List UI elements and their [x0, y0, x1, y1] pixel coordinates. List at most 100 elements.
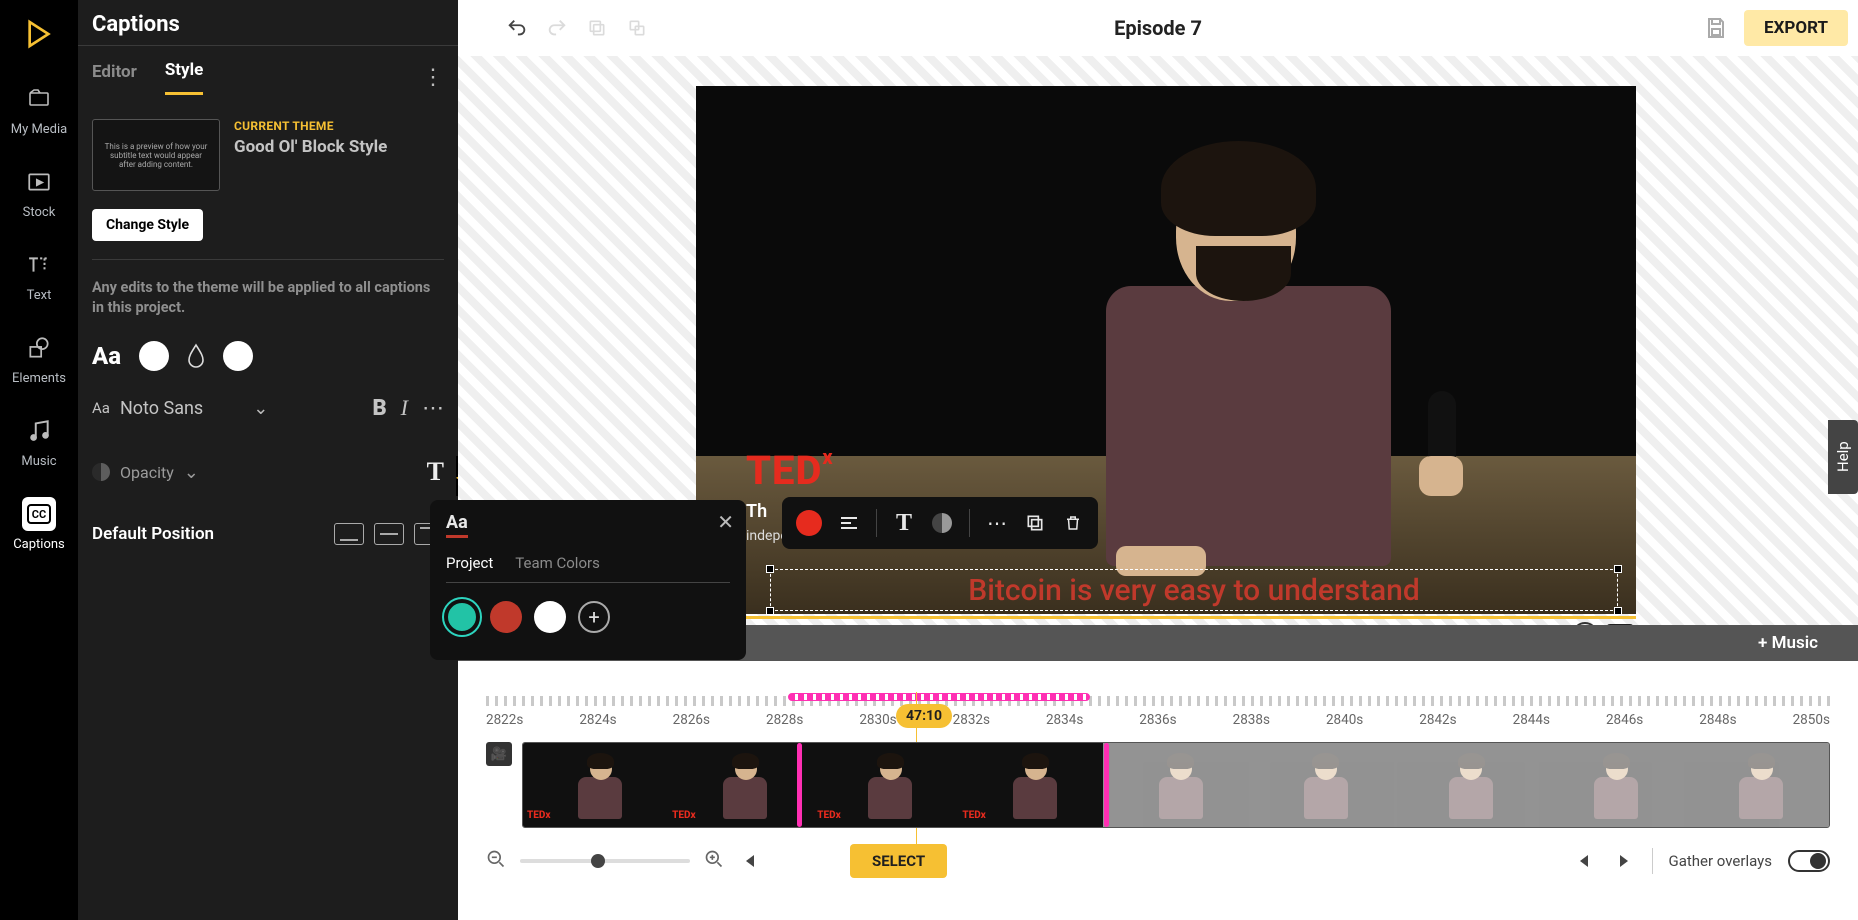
captions-icon: CC [22, 497, 56, 531]
align-lines-icon[interactable] [838, 512, 860, 534]
rail-stock[interactable]: Stock [22, 165, 56, 220]
rail-elements[interactable]: Elements [12, 331, 66, 386]
music-icon [22, 414, 56, 448]
color-tab-team[interactable]: Team Colors [515, 554, 600, 580]
font-selector[interactable]: Aa Noto Sans ⌄ B I ⋯ [78, 387, 458, 429]
rail-captions[interactable]: CC Captions [13, 497, 65, 552]
color-tab-project[interactable]: Project [446, 554, 493, 580]
color-target-icon[interactable]: Aa [446, 512, 468, 538]
rail-music[interactable]: Music [21, 414, 56, 469]
floating-text-toolbar: T ⋯ [782, 497, 1098, 549]
video-thumb-track[interactable]: TEDx TEDx TEDx TEDx [522, 742, 1830, 828]
default-position-label: Default Position [92, 524, 214, 544]
change-style-button[interactable]: Change Style [92, 209, 203, 241]
position-middle-button[interactable] [374, 523, 404, 545]
help-tab[interactable]: Help [1828, 420, 1858, 494]
rail-text[interactable]: Text [22, 248, 56, 303]
save-icon[interactable] [1704, 16, 1728, 40]
caption-selection-box[interactable]: Bitcoin is very easy to understand [770, 569, 1618, 611]
ruler-labels: 2822s2824s2826s 2828s2830s2832s 2834s283… [486, 712, 1830, 728]
clip-end-marker[interactable] [1104, 743, 1109, 827]
chevron-down-icon: ⌄ [253, 398, 268, 419]
speaker-figure [1056, 146, 1436, 596]
top-bar: Episode 7 EXPORT [458, 0, 1858, 56]
export-button[interactable]: EXPORT [1744, 10, 1848, 46]
tedx-logo: TEDx [746, 447, 834, 494]
text-color-swatch[interactable] [139, 341, 169, 371]
fill-droplet-icon[interactable] [187, 343, 205, 369]
copy-button[interactable] [586, 17, 608, 39]
video-track-icon[interactable]: 🎥 [486, 742, 512, 766]
color-swatch[interactable] [534, 601, 566, 633]
chevron-down-icon: ⌄ [184, 462, 199, 483]
color-swatch[interactable] [490, 601, 522, 633]
font-name: Noto Sans [120, 398, 203, 419]
italic-button[interactable]: I [401, 395, 408, 421]
gather-overlays-label: Gather overlays [1669, 852, 1773, 870]
gather-overlays-toggle[interactable] [1788, 850, 1830, 872]
swatch-row: Aa [78, 335, 458, 387]
bold-button[interactable]: B [372, 396, 386, 421]
resize-handle[interactable] [766, 607, 774, 615]
step-back-button[interactable] [738, 849, 762, 873]
close-icon[interactable]: ✕ [717, 510, 734, 534]
rail-label: Captions [13, 537, 65, 552]
color-popover: ✕ Aa Project Team Colors + [430, 500, 746, 660]
timeline-ruler[interactable]: 47:10 2822s2824s2826s 2828s2830s2832s 28… [458, 680, 1858, 738]
caption-clip-range[interactable] [788, 693, 1090, 701]
tedx-subtitle: Th [746, 501, 767, 522]
undo-button[interactable] [506, 17, 528, 39]
resize-handle[interactable] [766, 565, 774, 573]
zoom-out-icon[interactable] [486, 849, 506, 874]
position-bottom-button[interactable] [334, 523, 364, 545]
panel-title: Captions [78, 0, 458, 45]
current-theme-label: CURRENT THEME [234, 119, 387, 133]
paste-button[interactable] [626, 17, 648, 39]
app-logo-icon [19, 14, 59, 54]
opacity-label[interactable]: Opacity [120, 463, 174, 482]
timeline: 47:10 2822s2824s2826s 2828s2830s2832s 28… [458, 680, 1858, 920]
rail-label: Stock [23, 205, 56, 220]
step-back-button-2[interactable] [1572, 849, 1596, 873]
duplicate-icon[interactable] [1024, 512, 1046, 534]
trash-icon[interactable] [1062, 512, 1084, 534]
resize-handle[interactable] [1614, 565, 1622, 573]
panel-tabs: Editor Style ⋮ [78, 46, 458, 95]
select-button[interactable]: SELECT [850, 844, 947, 878]
zoom-in-icon[interactable] [704, 849, 724, 874]
theme-preview: This is a preview of how your subtitle t… [92, 119, 220, 191]
caption-text[interactable]: Bitcoin is very easy to understand [968, 573, 1420, 608]
text-t-icon[interactable]: T [893, 512, 915, 534]
project-title[interactable]: Episode 7 [1114, 16, 1202, 40]
record-indicator-icon[interactable] [796, 510, 822, 536]
rail-my-media[interactable]: My Media [11, 82, 68, 137]
tab-style[interactable]: Style [165, 60, 203, 95]
left-rail: My Media Stock Text Elements Music CC Ca… [0, 0, 78, 920]
add-color-button[interactable]: + [578, 601, 610, 633]
opacity-circle-icon[interactable] [931, 512, 953, 534]
color-swatch[interactable] [446, 601, 478, 633]
redo-button[interactable] [546, 17, 568, 39]
captions-panel: Captions Editor Style ⋮ This is a previe… [78, 0, 458, 920]
clip-start-marker[interactable] [797, 743, 802, 827]
more-font-options-icon[interactable]: ⋯ [422, 396, 444, 421]
opacity-icon [92, 463, 110, 481]
font-prefix: Aa [92, 399, 110, 417]
zoom-slider[interactable] [520, 859, 690, 863]
rail-label: Text [27, 288, 52, 303]
step-forward-button[interactable] [1612, 849, 1636, 873]
bg-color-swatch[interactable] [223, 341, 253, 371]
elements-icon [22, 331, 56, 365]
text-icon [22, 248, 56, 282]
rail-label: Elements [12, 371, 66, 386]
tab-editor[interactable]: Editor [92, 62, 137, 94]
text-t-icon[interactable]: T [427, 457, 444, 487]
panel-more-icon[interactable]: ⋮ [422, 65, 444, 90]
timeline-controls: SELECT Gather overlays [486, 840, 1830, 882]
rail-label: My Media [11, 122, 68, 137]
resize-handle[interactable] [1614, 607, 1622, 615]
svg-text:CC: CC [32, 508, 46, 521]
text-case-icon[interactable]: Aa [92, 342, 121, 370]
my-media-icon [22, 82, 56, 116]
more-options-icon[interactable]: ⋯ [986, 512, 1008, 534]
